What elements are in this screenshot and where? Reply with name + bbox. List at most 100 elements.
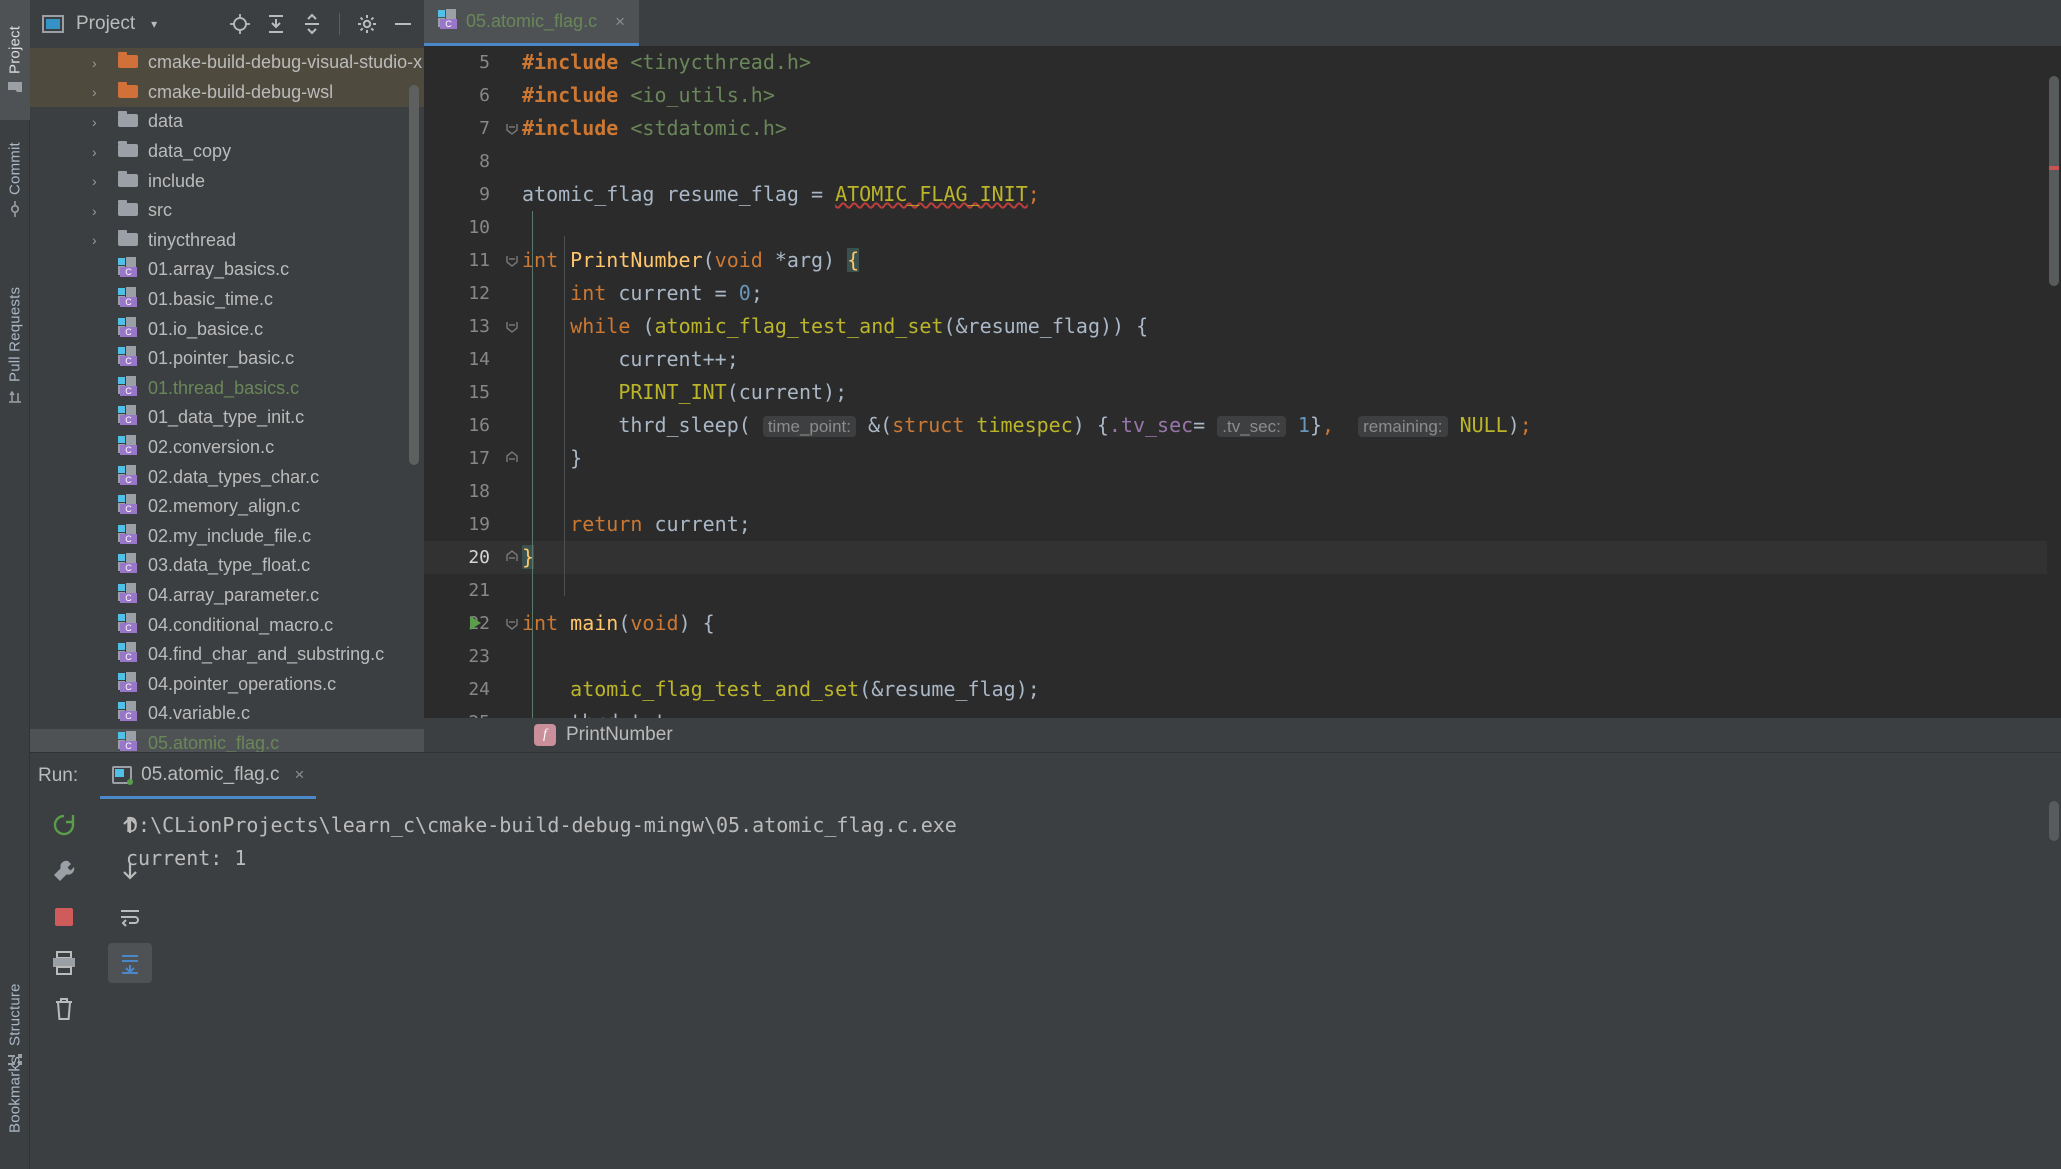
tree-folder-item[interactable]: › data_copy xyxy=(30,137,424,167)
tree-file-item[interactable]: C 02.memory_align.c xyxy=(30,492,424,522)
sidebar-item-pull-requests[interactable]: Pull Requests xyxy=(0,250,30,440)
fold-end-icon[interactable] xyxy=(504,549,520,565)
settings-gear-icon[interactable] xyxy=(352,9,382,39)
code-line[interactable]: 8 xyxy=(424,145,2061,178)
run-label: Run: xyxy=(38,765,79,786)
code-line[interactable]: 9 atomic_flag resume_flag = ATOMIC_FLAG_I… xyxy=(424,178,2061,211)
code-line[interactable]: 11 int PrintNumber(void *arg) { xyxy=(424,244,2061,277)
fold-end-icon[interactable] xyxy=(504,450,520,466)
run-console-scrollbar-thumb[interactable] xyxy=(2049,801,2059,841)
chevron-down-icon[interactable]: ▾ xyxy=(151,17,157,31)
code-line[interactable]: 6 #include <io_utils.h> xyxy=(424,79,2061,112)
editor-scrollbar[interactable] xyxy=(2047,46,2061,752)
tree-file-item[interactable]: C 02.my_include_file.c xyxy=(30,522,424,552)
tree-file-item[interactable]: C 01.thread_basics.c xyxy=(30,374,424,404)
run-console-output[interactable]: D:\CLionProjects\learn_c\cmake-build-deb… xyxy=(126,799,2047,1169)
code-line[interactable]: 16 thrd_sleep( time_point: &(struct time… xyxy=(424,409,2061,442)
code-line[interactable]: 10 xyxy=(424,211,2061,244)
collapse-all-icon[interactable] xyxy=(297,9,327,39)
chevron-right-icon[interactable]: › xyxy=(92,233,97,247)
code-editor[interactable]: 5 #include <tinycthread.h> 6 #include <io_u… xyxy=(424,46,2061,752)
code-line[interactable]: 21 xyxy=(424,574,2061,607)
folder-icon xyxy=(118,141,138,162)
project-tree[interactable]: › cmake-build-debug-visual-studio-x › cmake… xyxy=(30,48,424,752)
tree-file-item[interactable]: C 05.atomic_flag.c xyxy=(30,728,424,752)
c-file-icon: C xyxy=(118,287,138,312)
print-output-button[interactable] xyxy=(42,943,86,983)
c-file-icon: C xyxy=(118,257,138,282)
stop-button[interactable] xyxy=(42,897,86,937)
chevron-right-icon[interactable]: › xyxy=(92,204,97,218)
tree-folder-item[interactable]: › include xyxy=(30,166,424,196)
tree-folder-item[interactable]: › cmake-build-debug-visual-studio-x xyxy=(30,48,424,78)
code-line[interactable]: 15 PRINT_INT(current); xyxy=(424,376,2061,409)
expand-all-icon[interactable] xyxy=(261,9,291,39)
run-panel-header: Run: 05.atomic_flag.c × xyxy=(30,753,2061,799)
tree-folder-item[interactable]: › data xyxy=(30,107,424,137)
sidebar-item-bookmarks[interactable]: Bookmarks xyxy=(0,1020,30,1169)
tree-file-item[interactable]: C 02.data_types_char.c xyxy=(30,462,424,492)
clion-window: Project Commit Pull Requests Structure B… xyxy=(0,0,2061,1169)
tree-file-item[interactable]: C 04.conditional_macro.c xyxy=(30,610,424,640)
chevron-right-icon[interactable]: › xyxy=(92,174,97,188)
code-line[interactable]: 5 #include <tinycthread.h> xyxy=(424,46,2061,79)
tree-folder-item[interactable]: › src xyxy=(30,196,424,226)
fold-collapse-icon[interactable] xyxy=(504,252,520,268)
code-line[interactable]: 14 current++; xyxy=(424,343,2061,376)
edit-configurations-button[interactable] xyxy=(42,851,86,891)
chevron-right-icon[interactable]: › xyxy=(92,85,97,99)
code-line[interactable]: 17 } xyxy=(424,442,2061,475)
code-line-text: return current; xyxy=(570,512,751,536)
fold-collapse-icon[interactable] xyxy=(504,120,520,136)
code-line[interactable]: 24 atomic_flag_test_and_set(&resume_flag… xyxy=(424,673,2061,706)
tree-file-item[interactable]: C 01.pointer_basic.c xyxy=(30,344,424,374)
tree-file-item[interactable]: C 01.array_basics.c xyxy=(30,255,424,285)
breadcrumb[interactable]: f PrintNumber xyxy=(424,718,2061,752)
line-number: 19 xyxy=(468,514,490,535)
line-number: 16 xyxy=(468,415,490,436)
tree-file-item[interactable]: C 04.pointer_operations.c xyxy=(30,669,424,699)
rerun-button[interactable] xyxy=(42,805,86,845)
tree-file-item[interactable]: C 02.conversion.c xyxy=(30,433,424,463)
fold-collapse-icon[interactable] xyxy=(504,615,520,631)
hide-panel-icon[interactable] xyxy=(388,9,418,39)
fold-collapse-icon[interactable] xyxy=(504,318,520,334)
tree-folder-item[interactable]: › cmake-build-debug-wsl xyxy=(30,77,424,108)
project-tree-scrollbar[interactable] xyxy=(409,85,419,465)
code-line-text: #include <tinycthread.h> xyxy=(522,50,811,74)
run-tab[interactable]: 05.atomic_flag.c × xyxy=(100,753,317,799)
code-line[interactable]: 23 xyxy=(424,640,2061,673)
chevron-right-icon[interactable]: › xyxy=(92,145,97,159)
close-icon[interactable]: × xyxy=(295,765,305,785)
code-line[interactable]: 22 int main(void) { xyxy=(424,607,2061,640)
sidebar-item-commit[interactable]: Commit xyxy=(0,120,30,240)
code-line[interactable]: 12 int current = 0; xyxy=(424,277,2061,310)
code-line[interactable]: 13 while (atomic_flag_test_and_set(&resu… xyxy=(424,310,2061,343)
tree-file-item[interactable]: C 03.data_type_float.c xyxy=(30,551,424,581)
editor-tab-05-atomic-flag[interactable]: C 05.atomic_flag.c × xyxy=(424,0,640,46)
code-line[interactable]: 19 return current; xyxy=(424,508,2061,541)
close-icon[interactable]: × xyxy=(615,12,625,32)
code-line[interactable]: 18 xyxy=(424,475,2061,508)
run-console-scrollbar[interactable] xyxy=(2047,799,2061,1169)
clear-all-button[interactable] xyxy=(42,989,86,1029)
tree-file-item[interactable]: C 04.find_char_and_substring.c xyxy=(30,640,424,670)
error-stripe-marker[interactable] xyxy=(2049,166,2059,170)
tree-item-label: 01_data_type_init.c xyxy=(148,407,305,428)
tree-file-item[interactable]: C 04.variable.c xyxy=(30,699,424,729)
tree-file-item[interactable]: C 01_data_type_init.c xyxy=(30,403,424,433)
tree-file-item[interactable]: C 01.basic_time.c xyxy=(30,285,424,315)
tree-file-item[interactable]: C 04.array_parameter.c xyxy=(30,581,424,611)
line-number: 13 xyxy=(468,316,490,337)
tree-file-item[interactable]: C 01.io_basice.c xyxy=(30,314,424,344)
code-line[interactable]: 7 #include <stdatomic.h> xyxy=(424,112,2061,145)
sidebar-item-project[interactable]: Project xyxy=(0,0,30,120)
tree-folder-item[interactable]: › tinycthread xyxy=(30,226,424,256)
code-line[interactable]: 20} xyxy=(424,541,2061,574)
editor-scrollbar-thumb[interactable] xyxy=(2049,76,2059,286)
locate-icon[interactable] xyxy=(225,9,255,39)
run-gutter-icon[interactable] xyxy=(470,616,481,630)
editor-tab-label: 05.atomic_flag.c xyxy=(466,11,598,31)
chevron-right-icon[interactable]: › xyxy=(92,115,97,129)
chevron-right-icon[interactable]: › xyxy=(92,56,97,70)
